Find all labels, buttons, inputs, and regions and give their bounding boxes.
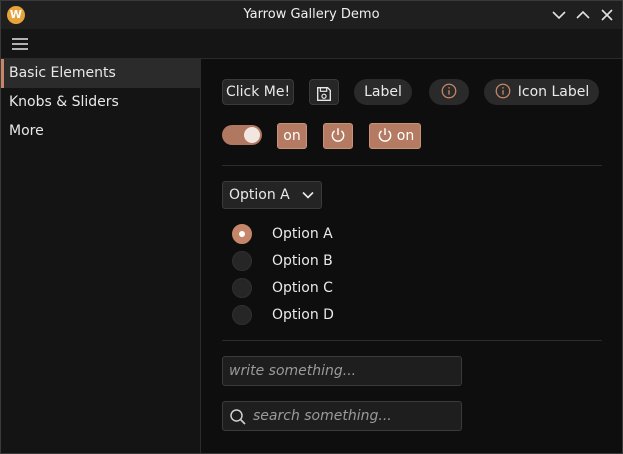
icon-label-button[interactable]: Icon Label	[484, 79, 599, 105]
info-icon	[441, 83, 457, 99]
main-panel: Click Me! Label Icon Label on on Option …	[202, 59, 622, 453]
radio-label: Option B	[272, 253, 333, 269]
radio-label: Option D	[272, 307, 334, 323]
power-icon	[331, 128, 345, 142]
radio-option-c[interactable]: Option C	[232, 278, 432, 298]
sidebar-item-label: Knobs & Sliders	[9, 94, 119, 110]
button-label: Icon Label	[517, 84, 590, 100]
radio-label: Option A	[272, 226, 333, 242]
info-icon	[495, 83, 511, 99]
toggle-switch[interactable]	[222, 125, 262, 145]
write-input[interactable]	[223, 357, 461, 385]
info-button[interactable]	[429, 79, 469, 105]
close-button[interactable]	[597, 5, 617, 25]
power-icon	[378, 128, 392, 142]
click-me-button[interactable]: Click Me!	[222, 79, 294, 105]
button-label: Click Me!	[225, 84, 291, 100]
sidebar-item-knobs-sliders[interactable]: Knobs & Sliders	[1, 88, 200, 117]
dropdown-selected-value: Option A	[229, 187, 290, 203]
button-label: on	[283, 128, 301, 144]
power-toggle-button[interactable]	[323, 123, 353, 149]
app-window: W Yarrow Gallery Demo Basic Elements Kno…	[0, 0, 623, 454]
radio-button[interactable]	[232, 251, 252, 271]
window-title: Yarrow Gallery Demo	[243, 7, 380, 22]
radio-button[interactable]	[232, 305, 252, 325]
button-label: Label	[364, 84, 402, 100]
on-toggle-button[interactable]: on	[277, 123, 307, 149]
sidebar-item-label: Basic Elements	[9, 65, 116, 81]
option-dropdown[interactable]: Option A	[222, 181, 322, 209]
toolbar	[1, 29, 622, 59]
sidebar-item-more[interactable]: More	[1, 117, 200, 146]
search-field[interactable]	[222, 401, 462, 431]
divider	[222, 340, 602, 341]
chevron-down-icon	[552, 11, 566, 20]
chevron-down-icon	[302, 191, 314, 199]
maximize-button[interactable]	[573, 5, 593, 25]
radio-option-b[interactable]: Option B	[232, 251, 432, 271]
power-on-toggle-button[interactable]: on	[369, 123, 421, 149]
label-pill-button[interactable]: Label	[354, 79, 412, 105]
search-icon	[230, 409, 246, 425]
menu-button[interactable]	[10, 34, 30, 54]
divider	[222, 165, 602, 166]
sidebar-item-basic-elements[interactable]: Basic Elements	[1, 59, 200, 88]
radio-option-d[interactable]: Option D	[232, 305, 432, 325]
sidebar: Basic Elements Knobs & Sliders More	[1, 59, 201, 453]
save-icon	[317, 86, 331, 101]
radio-button[interactable]	[232, 278, 252, 298]
write-field[interactable]	[222, 356, 462, 386]
title-bar: W Yarrow Gallery Demo	[1, 1, 622, 29]
chevron-up-icon	[576, 10, 590, 19]
close-icon	[601, 9, 613, 21]
sidebar-item-label: More	[9, 123, 44, 139]
save-button[interactable]	[309, 79, 339, 105]
radio-option-a[interactable]: Option A	[232, 224, 432, 244]
minimize-button[interactable]	[549, 5, 569, 25]
radio-button[interactable]	[232, 224, 252, 244]
search-input[interactable]	[223, 402, 461, 430]
toggle-knob	[244, 127, 260, 143]
hamburger-icon	[12, 38, 28, 50]
button-label: on	[396, 128, 415, 144]
radio-label: Option C	[272, 280, 333, 296]
